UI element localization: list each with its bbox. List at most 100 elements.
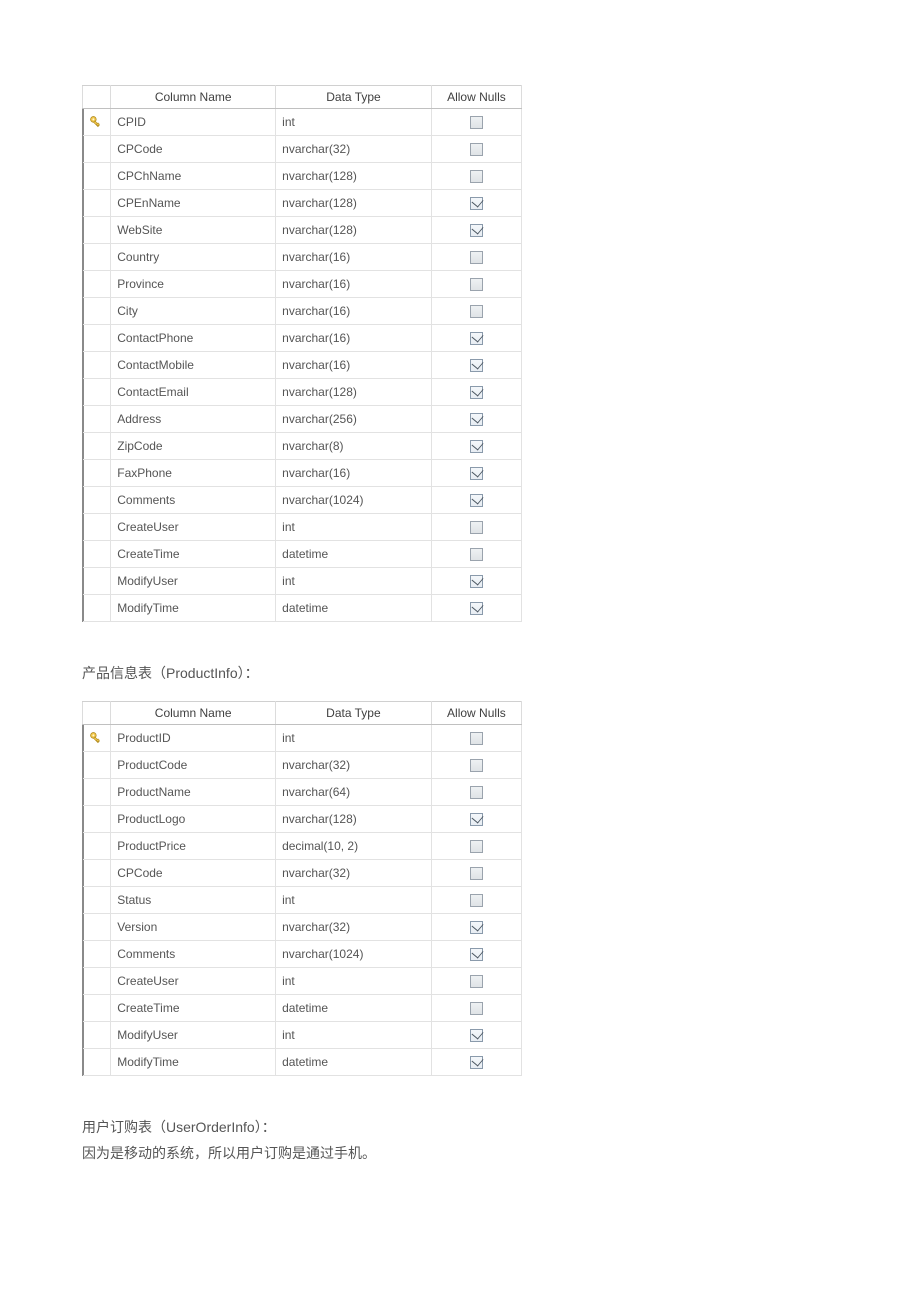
- column-name-cell[interactable]: ModifyTime: [111, 595, 276, 622]
- data-type-cell[interactable]: nvarchar(1024): [276, 940, 432, 967]
- allow-nulls-checkbox[interactable]: [470, 575, 483, 588]
- column-name-cell[interactable]: CPCode: [111, 859, 276, 886]
- allow-nulls-checkbox[interactable]: [470, 251, 483, 264]
- allow-nulls-checkbox[interactable]: [470, 521, 483, 534]
- allow-nulls-checkbox[interactable]: [470, 278, 483, 291]
- allow-nulls-cell[interactable]: [431, 1021, 521, 1048]
- allow-nulls-checkbox[interactable]: [470, 786, 483, 799]
- data-type-cell[interactable]: nvarchar(128): [276, 805, 432, 832]
- allow-nulls-cell[interactable]: [431, 271, 521, 298]
- table-row[interactable]: WebSitenvarchar(128): [83, 217, 522, 244]
- column-name-cell[interactable]: Country: [111, 244, 276, 271]
- allow-nulls-checkbox[interactable]: [470, 975, 483, 988]
- table-row[interactable]: CreateUserint: [83, 514, 522, 541]
- allow-nulls-checkbox[interactable]: [470, 948, 483, 961]
- column-name-cell[interactable]: ProductCode: [111, 751, 276, 778]
- allow-nulls-checkbox[interactable]: [470, 386, 483, 399]
- allow-nulls-checkbox[interactable]: [470, 224, 483, 237]
- allow-nulls-checkbox[interactable]: [470, 116, 483, 129]
- allow-nulls-checkbox[interactable]: [470, 413, 483, 426]
- allow-nulls-checkbox[interactable]: [470, 602, 483, 615]
- allow-nulls-cell[interactable]: [431, 298, 521, 325]
- column-name-cell[interactable]: ProductLogo: [111, 805, 276, 832]
- data-type-cell[interactable]: nvarchar(128): [276, 217, 432, 244]
- data-type-cell[interactable]: datetime: [276, 994, 432, 1021]
- allow-nulls-checkbox[interactable]: [470, 143, 483, 156]
- data-type-cell[interactable]: nvarchar(16): [276, 244, 432, 271]
- allow-nulls-cell[interactable]: [431, 751, 521, 778]
- column-name-cell[interactable]: CPCode: [111, 136, 276, 163]
- data-type-cell[interactable]: nvarchar(16): [276, 325, 432, 352]
- data-type-cell[interactable]: datetime: [276, 595, 432, 622]
- table-row[interactable]: Countrynvarchar(16): [83, 244, 522, 271]
- table-row[interactable]: ModifyTimedatetime: [83, 1048, 522, 1075]
- column-name-cell[interactable]: FaxPhone: [111, 460, 276, 487]
- allow-nulls-checkbox[interactable]: [470, 867, 483, 880]
- allow-nulls-cell[interactable]: [431, 859, 521, 886]
- data-type-cell[interactable]: nvarchar(32): [276, 751, 432, 778]
- allow-nulls-cell[interactable]: [431, 136, 521, 163]
- column-name-cell[interactable]: ModifyTime: [111, 1048, 276, 1075]
- table-row[interactable]: ContactMobilenvarchar(16): [83, 352, 522, 379]
- table-row[interactable]: FaxPhonenvarchar(16): [83, 460, 522, 487]
- allow-nulls-cell[interactable]: [431, 460, 521, 487]
- table-row[interactable]: ModifyUserint: [83, 568, 522, 595]
- allow-nulls-cell[interactable]: [431, 886, 521, 913]
- table-row[interactable]: ProductCodenvarchar(32): [83, 751, 522, 778]
- column-name-cell[interactable]: CPChName: [111, 163, 276, 190]
- table-row[interactable]: ProductIDint: [83, 724, 522, 751]
- table-row[interactable]: ModifyTimedatetime: [83, 595, 522, 622]
- column-name-cell[interactable]: ContactEmail: [111, 379, 276, 406]
- table-row[interactable]: CreateTimedatetime: [83, 541, 522, 568]
- table-row[interactable]: Provincenvarchar(16): [83, 271, 522, 298]
- data-type-cell[interactable]: decimal(10, 2): [276, 832, 432, 859]
- data-type-cell[interactable]: nvarchar(64): [276, 778, 432, 805]
- column-name-cell[interactable]: ProductName: [111, 778, 276, 805]
- column-name-cell[interactable]: CreateUser: [111, 514, 276, 541]
- allow-nulls-cell[interactable]: [431, 967, 521, 994]
- data-type-cell[interactable]: nvarchar(16): [276, 460, 432, 487]
- data-type-cell[interactable]: nvarchar(16): [276, 352, 432, 379]
- table-row[interactable]: ContactPhonenvarchar(16): [83, 325, 522, 352]
- table-row[interactable]: CPCodenvarchar(32): [83, 136, 522, 163]
- column-name-cell[interactable]: ModifyUser: [111, 1021, 276, 1048]
- data-type-cell[interactable]: nvarchar(32): [276, 136, 432, 163]
- data-type-cell[interactable]: datetime: [276, 541, 432, 568]
- data-type-cell[interactable]: nvarchar(128): [276, 379, 432, 406]
- allow-nulls-cell[interactable]: [431, 487, 521, 514]
- allow-nulls-cell[interactable]: [431, 190, 521, 217]
- table-row[interactable]: ModifyUserint: [83, 1021, 522, 1048]
- data-type-cell[interactable]: int: [276, 1021, 432, 1048]
- allow-nulls-checkbox[interactable]: [470, 494, 483, 507]
- allow-nulls-checkbox[interactable]: [470, 197, 483, 210]
- allow-nulls-checkbox[interactable]: [470, 813, 483, 826]
- allow-nulls-cell[interactable]: [431, 244, 521, 271]
- data-type-cell[interactable]: nvarchar(8): [276, 433, 432, 460]
- allow-nulls-cell[interactable]: [431, 325, 521, 352]
- table-row[interactable]: CPIDint: [83, 109, 522, 136]
- allow-nulls-checkbox[interactable]: [470, 894, 483, 907]
- column-name-cell[interactable]: CPEnName: [111, 190, 276, 217]
- data-type-cell[interactable]: int: [276, 967, 432, 994]
- allow-nulls-checkbox[interactable]: [470, 359, 483, 372]
- allow-nulls-checkbox[interactable]: [470, 759, 483, 772]
- column-name-cell[interactable]: ProductPrice: [111, 832, 276, 859]
- data-type-cell[interactable]: nvarchar(128): [276, 190, 432, 217]
- allow-nulls-cell[interactable]: [431, 778, 521, 805]
- data-type-cell[interactable]: nvarchar(16): [276, 271, 432, 298]
- table-row[interactable]: ContactEmailnvarchar(128): [83, 379, 522, 406]
- column-name-cell[interactable]: ProductID: [111, 724, 276, 751]
- allow-nulls-checkbox[interactable]: [470, 921, 483, 934]
- allow-nulls-checkbox[interactable]: [470, 440, 483, 453]
- table-row[interactable]: Versionnvarchar(32): [83, 913, 522, 940]
- data-type-cell[interactable]: nvarchar(32): [276, 859, 432, 886]
- allow-nulls-cell[interactable]: [431, 1048, 521, 1075]
- allow-nulls-checkbox[interactable]: [470, 332, 483, 345]
- allow-nulls-cell[interactable]: [431, 406, 521, 433]
- data-type-cell[interactable]: nvarchar(128): [276, 163, 432, 190]
- column-name-cell[interactable]: CPID: [111, 109, 276, 136]
- allow-nulls-cell[interactable]: [431, 379, 521, 406]
- data-type-cell[interactable]: int: [276, 886, 432, 913]
- table-row[interactable]: CPChNamenvarchar(128): [83, 163, 522, 190]
- table-row[interactable]: Statusint: [83, 886, 522, 913]
